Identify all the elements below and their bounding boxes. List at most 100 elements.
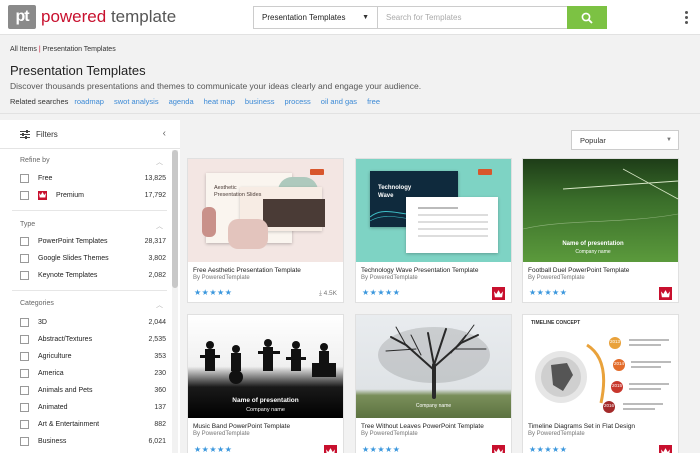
chevron-up-icon[interactable]: ︿ [156,300,163,310]
filter-category[interactable]: America 230 [20,366,166,380]
related-link[interactable]: oil and gas [321,97,357,106]
card-title[interactable]: Football Duel PowerPoint Template [523,262,678,274]
slide-text: Name of presentation [562,241,624,247]
filter-category[interactable]: Business 6,021 [20,434,166,448]
card-author[interactable]: By PoweredTemplate [356,274,511,281]
filter-type[interactable]: Google Slides Themes 3,802 [20,251,166,265]
checkbox[interactable] [20,436,29,446]
download-count-value: 4.5K [323,290,337,297]
filter-premium[interactable]: Premium 17,792 [20,188,166,202]
chevron-up-icon[interactable]: ︿ [156,221,163,231]
checkbox[interactable] [20,253,29,263]
checkbox[interactable] [20,236,29,246]
section-divider [12,290,167,291]
template-card[interactable]: Technology Wave Technology Wave Presenta… [355,158,512,303]
checkbox[interactable] [20,385,29,395]
card-title[interactable]: Music Band PowerPoint Template [188,418,343,430]
section-divider [12,210,167,211]
filter-label: Premium [56,191,85,199]
template-card[interactable]: Company name Tree Without Leaves PowerPo… [355,314,512,453]
breadcrumb-root[interactable]: All Items [10,46,37,53]
template-card[interactable]: Name of presentation Company name Music … [187,314,344,453]
checkbox[interactable] [20,368,29,378]
refine-section-title: Refine by [20,157,50,164]
template-thumbnail[interactable]: Company name [356,315,511,418]
template-thumbnail[interactable]: Aesthetic Presentation Slides [188,159,343,262]
breadcrumb-current[interactable]: Presentation Templates [43,46,116,53]
breadcrumb: All Items | Presentation Templates [10,46,116,53]
logo-text: powered template [41,7,176,27]
card-title[interactable]: Tree Without Leaves PowerPoint Template [356,418,511,430]
card-author[interactable]: By PoweredTemplate [356,430,511,437]
filter-label: 3D [38,318,47,326]
filter-count: 230 [154,369,166,377]
related-link[interactable]: business [245,97,275,106]
scrollbar-thumb[interactable] [172,150,178,288]
download-icon: ⤓ [318,290,322,297]
checkbox[interactable] [20,190,29,200]
checkbox[interactable] [20,173,29,183]
template-thumbnail[interactable]: TIMELINE CONCEPT 2013 2014 2015 2016 [523,315,678,418]
template-thumbnail[interactable]: Name of presentation Company name [188,315,343,418]
filter-type[interactable]: Keynote Templates 2,082 [20,268,166,282]
year-label: 2016 [603,403,614,408]
sliders-icon [20,129,30,139]
card-title[interactable]: Free Aesthetic Presentation Template [188,262,343,274]
card-title[interactable]: Timeline Diagrams Set in Flat Design [523,418,678,430]
filter-category[interactable]: Art & Entertainment 882 [20,417,166,431]
template-card[interactable]: Name of presentation Company name Footba… [522,158,679,303]
search-box: Presentation Templates ▼ [253,6,607,29]
card-title[interactable]: Technology Wave Presentation Template [356,262,511,274]
slide-subtext: Company name [575,249,611,255]
collapse-sidebar-icon[interactable]: ‹ [163,128,166,139]
card-author[interactable]: By PoweredTemplate [523,274,678,281]
checkbox[interactable] [20,334,29,344]
related-link[interactable]: heat map [204,97,235,106]
related-link[interactable]: agenda [169,97,194,106]
year-label: 2013 [609,339,620,344]
related-link[interactable]: swot analysis [114,97,159,106]
checkbox[interactable] [20,317,29,327]
search-category-value: Presentation Templates [262,13,346,22]
filter-count: 2,535 [148,335,166,343]
template-card[interactable]: TIMELINE CONCEPT 2013 2014 2015 2016 Tim… [522,314,679,453]
filter-category[interactable]: Animated 137 [20,400,166,414]
premium-crown-icon [324,445,337,453]
filter-type[interactable]: PowerPoint Templates 28,317 [20,234,166,248]
logo-template: template [106,7,177,26]
search-icon [581,12,593,24]
related-link[interactable]: process [285,97,311,106]
filter-category[interactable]: Animals and Pets 360 [20,383,166,397]
filter-count: 360 [154,386,166,394]
checkbox[interactable] [20,419,29,429]
checkbox[interactable] [20,270,29,280]
card-author[interactable]: By PoweredTemplate [523,430,678,437]
filter-category[interactable]: 3D 2,044 [20,315,166,329]
checkbox[interactable] [20,402,29,412]
chevron-up-icon[interactable]: ︿ [156,157,163,167]
search-button[interactable] [567,6,607,29]
more-menu-button[interactable] [680,8,692,26]
filter-label: PowerPoint Templates [38,237,108,245]
template-card[interactable]: Aesthetic Presentation Slides Free Aesth… [187,158,344,303]
template-thumbnail[interactable]: Name of presentation Company name [523,159,678,262]
filter-category[interactable]: Abstract/Textures 2,535 [20,332,166,346]
rating-stars: ★★★★★ [194,288,233,297]
filter-label: Agriculture [38,352,72,360]
sort-select[interactable]: Popular ▼ [571,130,679,150]
rating-stars: ★★★★★ [529,445,568,453]
related-link[interactable]: free [367,97,380,106]
search-category-select[interactable]: Presentation Templates ▼ [254,7,378,28]
card-author[interactable]: By PoweredTemplate [188,430,343,437]
filter-category[interactable]: Agriculture 353 [20,349,166,363]
chevron-down-icon: ▼ [362,14,369,21]
template-thumbnail[interactable]: Technology Wave [356,159,511,262]
rating-stars: ★★★★★ [194,445,233,453]
filter-free[interactable]: Free 13,825 [20,171,166,185]
related-link[interactable]: roadmap [74,97,104,106]
filter-label: Abstract/Textures [38,335,93,343]
checkbox[interactable] [20,351,29,361]
card-author[interactable]: By PoweredTemplate [188,274,343,281]
logo[interactable]: pt powered template [8,5,176,29]
slide-text: Aesthetic Presentation Slides [214,185,262,199]
